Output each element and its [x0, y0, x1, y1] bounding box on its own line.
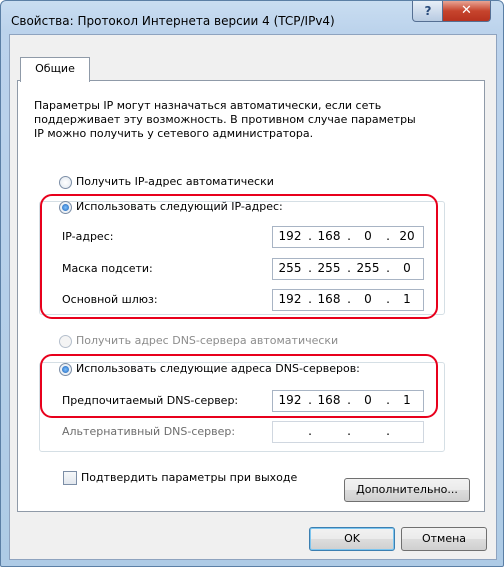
octet-separator: .	[308, 393, 312, 407]
close-icon: ✕	[461, 3, 472, 18]
ip-address-label: IP-адрес:	[62, 230, 114, 243]
ok-button[interactable]: OK	[309, 527, 395, 551]
gateway-octet-1[interactable]: 192	[276, 292, 304, 306]
validate-checkbox[interactable]	[63, 471, 77, 485]
description-text: Параметры IP могут назначаться автоматич…	[34, 99, 416, 140]
dns-auto-label: Получить адрес DNS-сервера автоматически	[76, 334, 339, 347]
help-button[interactable]: ?	[412, 1, 444, 22]
gateway-octet-3[interactable]: 0	[354, 292, 382, 306]
gateway-field[interactable]: 192 . 168 . 0 . 1	[272, 289, 424, 311]
preferred-dns-octet-3[interactable]: 0	[354, 393, 382, 407]
ip-auto-radio-circle[interactable]	[59, 176, 72, 189]
octet-separator: .	[308, 261, 312, 275]
octet-separator: .	[386, 424, 390, 438]
subnet-mask-field[interactable]: 255 . 255 . 255 . 0	[272, 258, 424, 280]
ip-manual-label: Использовать следующий IP-адрес:	[76, 200, 283, 213]
tab-general-label: Общие	[35, 62, 75, 75]
alternate-dns-label: Альтернативный DNS-сервер:	[62, 425, 236, 438]
dns-manual-radio-circle[interactable]	[59, 363, 72, 376]
subnet-mask-octet-4[interactable]: 0	[393, 261, 421, 275]
octet-separator: .	[386, 393, 390, 407]
octet-separator: .	[347, 292, 351, 306]
octet-separator: .	[386, 229, 390, 243]
gateway-label: Основной шлюз:	[62, 293, 158, 306]
preferred-dns-octet-4[interactable]: 1	[393, 393, 421, 407]
close-button[interactable]: ✕	[442, 1, 491, 22]
window-title: Свойства: Протокол Интернета версии 4 (T…	[11, 14, 335, 28]
tab-general[interactable]: Общие	[20, 57, 90, 82]
subnet-mask-octet-1[interactable]: 255	[276, 261, 304, 275]
octet-separator: .	[347, 424, 351, 438]
validate-label: Подтвердить параметры при выходе	[81, 471, 298, 484]
gateway-octet-4[interactable]: 1	[393, 292, 421, 306]
help-icon: ?	[424, 4, 432, 18]
ip-address-octet-1[interactable]: 192	[276, 229, 304, 243]
octet-separator: .	[386, 292, 390, 306]
octet-separator: .	[347, 393, 351, 407]
ip-auto-label: Получить IP-адрес автоматически	[76, 175, 274, 188]
gateway-octet-2[interactable]: 168	[315, 292, 343, 306]
subnet-mask-octet-3[interactable]: 255	[354, 261, 382, 275]
ip-manual-radio-circle[interactable]	[59, 201, 72, 214]
octet-separator: .	[347, 261, 351, 275]
subnet-mask-octet-2[interactable]: 255	[315, 261, 343, 275]
octet-separator: .	[308, 229, 312, 243]
dns-auto-radio-circle	[59, 335, 72, 348]
ip-address-octet-2[interactable]: 168	[315, 229, 343, 243]
alternate-dns-field[interactable]: . . .	[272, 421, 424, 443]
preferred-dns-label: Предпочитаемый DNS-сервер:	[62, 394, 239, 407]
title-bar[interactable]: Свойства: Протокол Интернета версии 4 (T…	[1, 1, 503, 33]
octet-separator: .	[308, 424, 312, 438]
dns-manual-label: Использовать следующие адреса DNS-сервер…	[76, 362, 360, 375]
preferred-dns-octet-2[interactable]: 168	[315, 393, 343, 407]
preferred-dns-octet-1[interactable]: 192	[276, 393, 304, 407]
subnet-mask-label: Маска подсети:	[62, 262, 153, 275]
advanced-button[interactable]: Дополнительно...	[344, 478, 470, 502]
octet-separator: .	[386, 261, 390, 275]
octet-separator: .	[347, 229, 351, 243]
octet-separator: .	[308, 292, 312, 306]
cancel-button[interactable]: Отмена	[401, 527, 487, 551]
ip-address-octet-3[interactable]: 0	[354, 229, 382, 243]
ip-address-octet-4[interactable]: 20	[393, 229, 421, 243]
preferred-dns-field[interactable]: 192 . 168 . 0 . 1	[272, 390, 424, 412]
ip-address-field[interactable]: 192 . 168 . 0 . 20	[272, 226, 424, 248]
